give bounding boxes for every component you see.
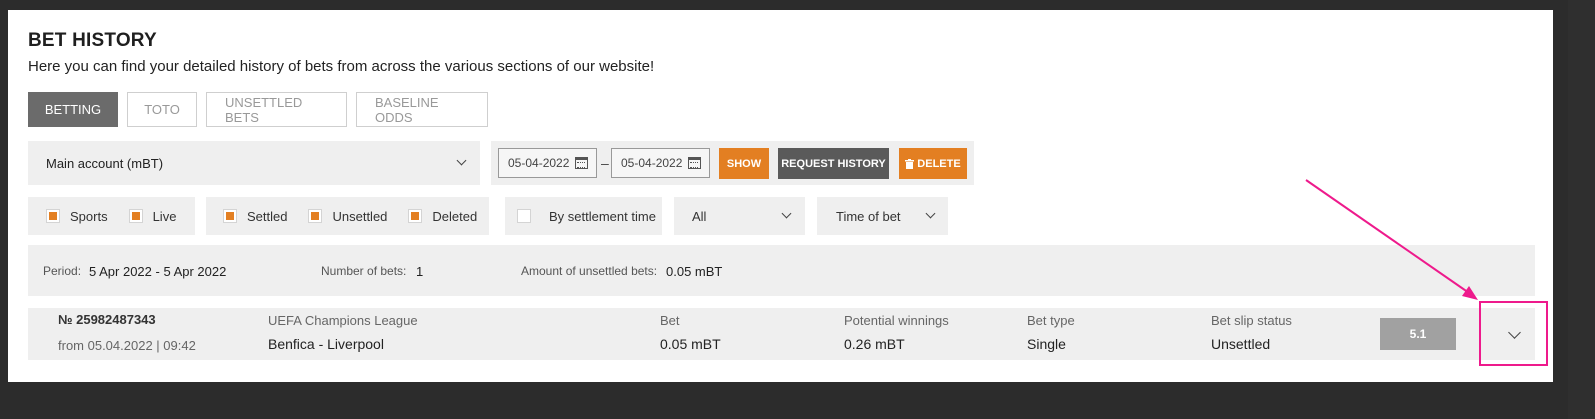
bet-number: № 25982487343 <box>58 312 156 327</box>
date-from-input[interactable]: 05-04-2022 <box>498 148 597 178</box>
calendar-icon[interactable] <box>575 157 588 169</box>
show-button[interactable]: SHOW <box>719 148 769 179</box>
filter-settlement-time[interactable]: By settlement time <box>505 197 662 235</box>
bet-type-select-value: All <box>692 208 707 224</box>
filter-settled-label: Settled <box>247 208 288 224</box>
bet-stake-label: Bet <box>660 313 680 328</box>
sports-checkbox[interactable] <box>46 209 60 223</box>
filter-live[interactable]: Live <box>128 208 177 224</box>
bet-league: UEFA Champions League <box>268 313 418 328</box>
tab-toto[interactable]: TOTO <box>127 92 197 127</box>
page-subtitle: Here you can find your detailed history … <box>28 58 655 75</box>
bet-count-value: 1 <box>416 264 424 279</box>
date-to-value: 05-04-2022 <box>621 156 683 170</box>
sort-select[interactable]: Time of bet <box>817 197 948 235</box>
request-history-button[interactable]: REQUEST HISTORY <box>778 148 889 179</box>
bet-status-label: Bet slip status <box>1211 313 1292 328</box>
filter-unsettled[interactable]: Unsettled <box>308 209 387 224</box>
potential-winnings-value: 0.26 mBT <box>844 336 905 352</box>
annotation-highlight-box <box>1479 301 1548 366</box>
filter-group-category: Sports Live <box>28 197 195 235</box>
chevron-down-icon <box>925 208 936 219</box>
tab-betting[interactable]: BETTING <box>28 92 118 127</box>
trash-icon <box>905 158 915 169</box>
filter-group-status: Settled Unsettled Deleted <box>206 197 489 235</box>
period-label: Period: <box>43 264 82 278</box>
bet-status-value: Unsettled <box>1211 336 1271 352</box>
settlement-time-checkbox[interactable] <box>517 209 531 223</box>
date-separator: – <box>601 155 609 171</box>
summary-bar: Period: 5 Apr 2022 - 5 Apr 2022 Number o… <box>28 245 1535 296</box>
tab-baseline-odds[interactable]: BASELINE ODDS <box>356 92 488 127</box>
bet-count-label: Number of bets: <box>321 264 407 278</box>
tab-unsettled-bets[interactable]: UNSETTLED BETS <box>206 92 347 127</box>
tab-bar: BETTING TOTO UNSETTLED BETS BASELINE ODD… <box>28 92 488 127</box>
bet-match: Benfica - Liverpool <box>268 336 384 352</box>
filter-settlement-time-label: By settlement time <box>549 208 656 224</box>
date-from-value: 05-04-2022 <box>508 156 570 170</box>
filter-deleted[interactable]: Deleted <box>408 209 477 224</box>
filter-settled[interactable]: Settled <box>223 209 287 224</box>
filter-sports[interactable]: Sports <box>46 209 108 224</box>
account-select[interactable]: Main account (mBT) <box>28 141 480 185</box>
sort-select-value: Time of bet <box>836 208 901 224</box>
account-select-value: Main account (mBT) <box>46 155 164 171</box>
date-range-bar: 05-04-2022 – 05-04-2022 SHOW REQUEST HIS… <box>491 141 974 185</box>
odds-badge: 5.1 <box>1380 318 1456 350</box>
delete-button-label: DELETE <box>917 157 961 170</box>
bet-history-panel: BET HISTORY Here you can find your detai… <box>8 10 1553 382</box>
deleted-checkbox[interactable] <box>408 209 423 223</box>
unsettled-amount-value: 0.05 mBT <box>666 264 723 279</box>
window-scrollbar[interactable] <box>1568 0 1595 419</box>
chevron-down-icon <box>456 155 467 166</box>
unsettled-checkbox[interactable] <box>308 209 323 223</box>
settled-checkbox[interactable] <box>223 209 237 223</box>
filter-live-label: Live <box>152 208 177 224</box>
bet-type-select[interactable]: All <box>674 197 805 235</box>
live-checkbox[interactable] <box>128 209 143 223</box>
page-title: BET HISTORY <box>28 30 157 51</box>
bet-stake-value: 0.05 mBT <box>660 336 721 352</box>
calendar-icon[interactable] <box>688 157 701 169</box>
potential-winnings-label: Potential winnings <box>844 313 949 328</box>
chevron-down-icon <box>781 208 792 219</box>
delete-button[interactable]: DELETE <box>899 148 967 179</box>
filter-by-settlement-time[interactable]: By settlement time <box>517 209 656 224</box>
filter-unsettled-label: Unsettled <box>332 208 388 224</box>
filter-sports-label: Sports <box>70 208 108 224</box>
bet-row[interactable]: № 25982487343 from 05.04.2022 | 09:42 UE… <box>28 308 1535 360</box>
bet-type-value: Single <box>1027 336 1066 352</box>
filter-deleted-label: Deleted <box>432 208 478 224</box>
bet-date: from 05.04.2022 | 09:42 <box>58 338 196 353</box>
unsettled-amount-label: Amount of unsettled bets: <box>521 264 658 278</box>
date-to-input[interactable]: 05-04-2022 <box>611 148 710 178</box>
bet-type-label: Bet type <box>1027 313 1075 328</box>
period-value: 5 Apr 2022 - 5 Apr 2022 <box>89 264 227 279</box>
